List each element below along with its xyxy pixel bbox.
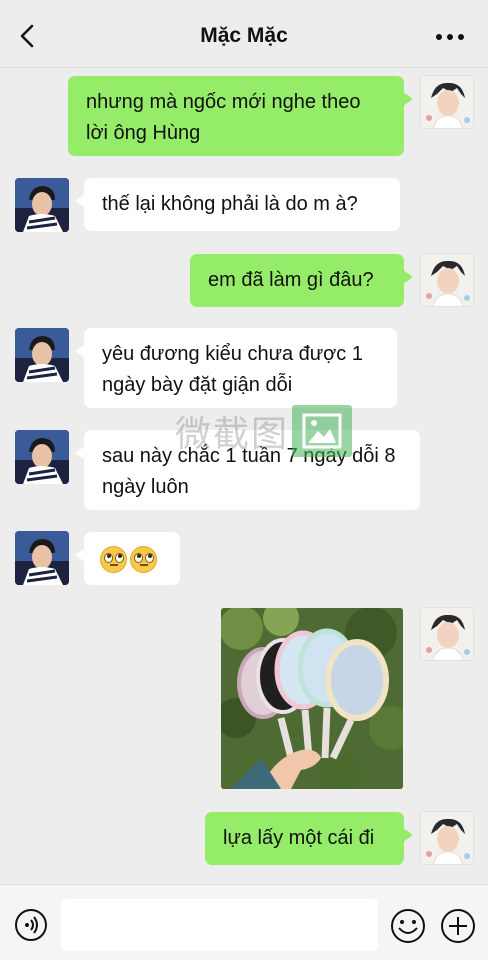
rolling-eyes-emoji-icon xyxy=(100,546,127,574)
watermark-text: 微截图 xyxy=(175,414,290,455)
more-dots-icon[interactable] xyxy=(436,34,464,42)
message-bubble-self[interactable]: nhưng mà ngốc mới nghe theo lời ông Hùng xyxy=(68,76,413,156)
message-bubble-other[interactable]: yêu đương kiểu chưa được 1 ngày bày đặt … xyxy=(75,328,397,408)
message-text: nhưng mà ngốc mới nghe theo lời ông Hùng xyxy=(86,91,361,144)
smile-icon[interactable] xyxy=(390,908,426,944)
input-bar xyxy=(0,884,488,960)
watermark-image-icon xyxy=(292,405,352,457)
avatar-self[interactable] xyxy=(420,607,474,661)
avatar-other[interactable] xyxy=(15,178,69,232)
message-bubble-self[interactable]: em đã làm gì đâu? xyxy=(190,254,413,307)
chat-title: Mặc Mặc xyxy=(200,24,288,47)
rolling-eyes-emoji-icon xyxy=(130,546,157,574)
message-text: thế lại không phải là do m à? xyxy=(102,193,358,215)
message-bubble-self[interactable]: lựa lấy một cái đi xyxy=(205,812,413,865)
message-text: lựa lấy một cái đi xyxy=(223,827,375,849)
message-bubble-other[interactable] xyxy=(75,532,180,585)
avatar-self[interactable] xyxy=(420,811,474,865)
message-text: em đã làm gì đâu? xyxy=(208,269,374,291)
shared-photo[interactable] xyxy=(221,608,403,789)
message-bubble-other[interactable]: thế lại không phải là do m à? xyxy=(75,178,400,231)
voice-icon[interactable] xyxy=(14,908,48,942)
chat-area[interactable]: nhưng mà ngốc mới nghe theo lời ông Hùng… xyxy=(0,68,488,884)
message-input[interactable] xyxy=(61,899,378,951)
message-text: yêu đương kiểu chưa được 1 ngày bày đặt … xyxy=(102,343,363,396)
avatar-other[interactable] xyxy=(15,430,69,484)
avatar-other[interactable] xyxy=(15,531,69,585)
avatar-self[interactable] xyxy=(420,75,474,129)
avatar-self[interactable] xyxy=(420,253,474,307)
plus-icon[interactable] xyxy=(440,908,476,944)
avatar-other[interactable] xyxy=(15,328,69,382)
chat-header: Mặc Mặc xyxy=(0,0,488,68)
